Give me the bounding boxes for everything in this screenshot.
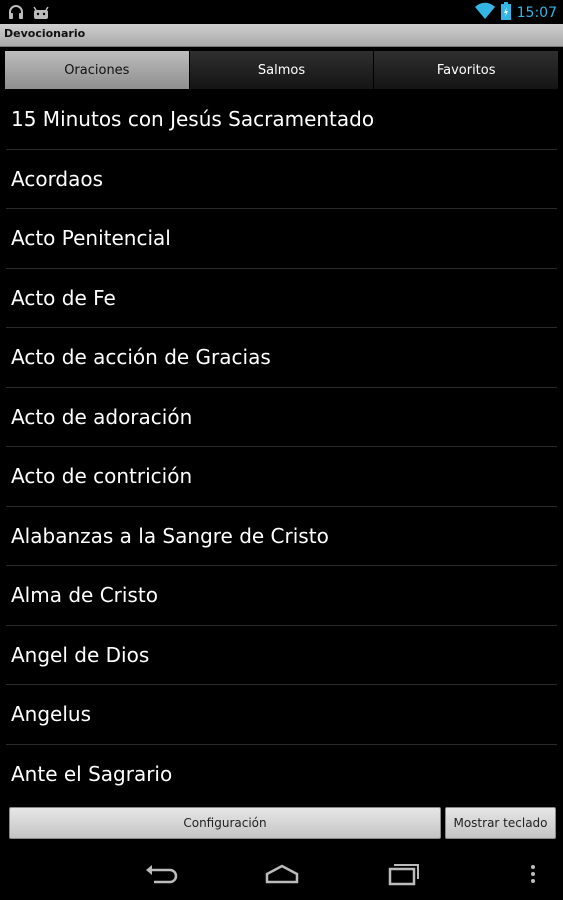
home-icon[interactable] xyxy=(262,860,302,888)
list-item[interactable]: Acto de Fe xyxy=(6,269,557,328)
tab-favoritos[interactable]: Favoritos xyxy=(374,51,559,89)
list-item[interactable]: Acordaos xyxy=(6,150,557,209)
status-bar: 15:07 xyxy=(0,0,563,24)
app-title-bar: Devocionario xyxy=(0,24,563,47)
list-item[interactable]: Acto de contrición xyxy=(6,447,557,507)
wifi-icon xyxy=(474,2,495,24)
list-item[interactable]: 15 Minutos con Jesús Sacramentado xyxy=(6,90,557,150)
list-item[interactable]: Alabanzas a la Sangre de Cristo xyxy=(6,507,557,566)
list-item[interactable]: Angel de Dios xyxy=(6,626,557,685)
configuration-button[interactable]: Configuración xyxy=(9,807,441,839)
tab-bar: Oraciones Salmos Favoritos xyxy=(5,51,559,89)
headphones-icon xyxy=(8,4,24,24)
app-title: Devocionario xyxy=(4,27,86,40)
overflow-menu-icon[interactable] xyxy=(523,860,543,888)
list-item[interactable]: Acto Penitencial xyxy=(6,209,557,269)
system-nav-bar xyxy=(0,848,563,900)
android-debug-icon xyxy=(32,5,50,24)
show-keyboard-button[interactable]: Mostrar teclado xyxy=(445,807,556,839)
clock-time: 15:07 xyxy=(516,5,557,21)
tab-oraciones[interactable]: Oraciones xyxy=(5,51,190,89)
list-item[interactable]: Angelus xyxy=(6,685,557,745)
prayer-list: 15 Minutos con Jesús Sacramentado Acorda… xyxy=(0,90,563,802)
list-item[interactable]: Acto de acción de Gracias xyxy=(6,328,557,388)
battery-icon xyxy=(500,2,511,24)
list-item[interactable]: Acto de adoración xyxy=(6,388,557,447)
tab-salmos[interactable]: Salmos xyxy=(189,51,375,89)
list-item[interactable]: Alma de Cristo xyxy=(6,566,557,626)
back-icon[interactable] xyxy=(142,860,182,888)
list-item[interactable]: Ante el Sagrario xyxy=(6,745,557,803)
recent-apps-icon[interactable] xyxy=(382,860,422,888)
